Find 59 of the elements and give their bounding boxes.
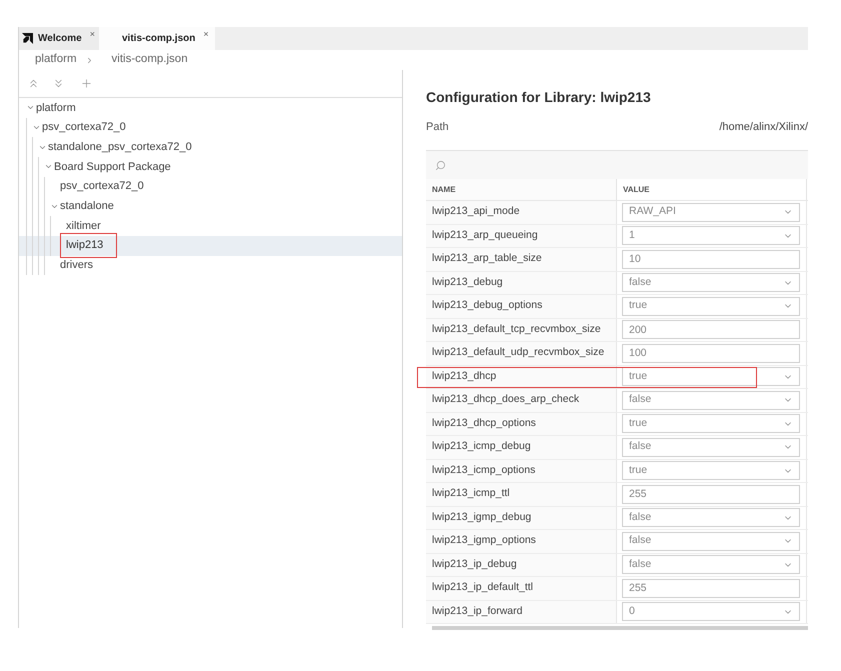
tree-item[interactable]: standalone bbox=[19, 196, 402, 216]
table-cell-text: lwip213_ip_default_ttl bbox=[432, 580, 533, 596]
dropdown[interactable]: false bbox=[622, 532, 800, 551]
editor-tab[interactable]: vitis-comp.json × bbox=[99, 27, 215, 50]
tree-item[interactable]: platform bbox=[19, 98, 402, 118]
table-cell-text: lwip213_ip_debug bbox=[432, 556, 517, 572]
breadcrumb-item[interactable]: vitis-comp.json bbox=[112, 51, 188, 69]
dropdown[interactable]: false bbox=[622, 390, 800, 410]
path-value: /home/alinx/Xilinx/ bbox=[719, 120, 808, 135]
table-cell-text: lwip213_api_mode bbox=[432, 204, 520, 220]
tree-item[interactable]: psv_cortexa72_0 bbox=[19, 118, 402, 138]
table-cell-text: lwip213_default_udp_recvmbox_size bbox=[432, 345, 604, 360]
input-field[interactable]: 100 bbox=[622, 344, 800, 363]
panel-title: Configuration for Library: lwip213 bbox=[426, 88, 652, 106]
table-cell-text: lwip213_debug_options bbox=[432, 298, 542, 314]
table-cell-text: lwip213_igmp_options bbox=[432, 533, 536, 548]
column-header[interactable]: VALUE bbox=[623, 184, 650, 196]
dropdown[interactable]: false bbox=[622, 438, 800, 457]
close-button[interactable]: × bbox=[90, 29, 95, 39]
path-label: Path bbox=[426, 120, 449, 135]
table-cell-text: lwip213_debug bbox=[432, 274, 503, 290]
table-cell-text: lwip213_arp_table_size bbox=[432, 251, 542, 266]
tree-item[interactable]: psv_cortexa72_0 bbox=[19, 176, 402, 196]
table-cell-text: lwip213_igmp_debug bbox=[432, 510, 532, 525]
close-button[interactable]: × bbox=[203, 29, 209, 39]
dropdown[interactable]: RAW_API bbox=[622, 202, 800, 222]
add-button[interactable] bbox=[80, 77, 93, 90]
input-field[interactable]: 255 bbox=[622, 578, 800, 598]
horizontal-scrollbar[interactable] bbox=[432, 626, 808, 630]
table-cell-text: lwip213_dhcp_options bbox=[432, 416, 536, 431]
tree-item[interactable]: standalone_psv_cortexa72_0 bbox=[19, 137, 402, 158]
plus-icon bbox=[80, 77, 93, 90]
dropdown[interactable]: false bbox=[622, 508, 800, 528]
tree-item[interactable]: lwip213 bbox=[19, 236, 402, 256]
search-icon bbox=[435, 160, 446, 170]
table-cell-text: lwip213_default_tcp_recvmbox_size bbox=[432, 322, 601, 337]
table-cell-text: lwip213_icmp_options bbox=[432, 462, 536, 478]
dropdown[interactable]: true bbox=[622, 414, 800, 434]
input-field[interactable]: 255 bbox=[622, 484, 800, 504]
dropdown[interactable]: true bbox=[622, 296, 800, 316]
dropdown[interactable]: 1 bbox=[622, 226, 800, 246]
search-field[interactable] bbox=[426, 151, 808, 179]
dropdown[interactable]: false bbox=[622, 273, 800, 292]
dropdown[interactable]: 0 bbox=[622, 602, 800, 622]
table-cell-text: lwip213_dhcp_does_arp_check bbox=[432, 392, 580, 408]
breadcrumb-item[interactable]: platform bbox=[35, 51, 77, 69]
table-cell-text: lwip213_icmp_debug bbox=[432, 439, 531, 454]
table-cell-text: lwip213_dhcp bbox=[432, 368, 496, 384]
table-cell-text: lwip213_icmp_ttl bbox=[432, 486, 510, 502]
table-cell-text: lwip213_ip_forward bbox=[432, 604, 522, 619]
column-header[interactable]: NAME bbox=[432, 184, 456, 196]
dropdown[interactable]: true bbox=[622, 461, 800, 480]
input-field[interactable]: 200 bbox=[622, 320, 800, 340]
dropdown[interactable]: false bbox=[622, 555, 800, 574]
table-cell-text: lwip213_arp_queueing bbox=[432, 228, 538, 243]
dropdown[interactable]: true bbox=[622, 367, 800, 386]
tree-item[interactable]: drivers bbox=[19, 256, 402, 276]
tree-item[interactable]: Board Support Package bbox=[19, 157, 402, 177]
input-field[interactable]: 10 bbox=[622, 250, 800, 269]
